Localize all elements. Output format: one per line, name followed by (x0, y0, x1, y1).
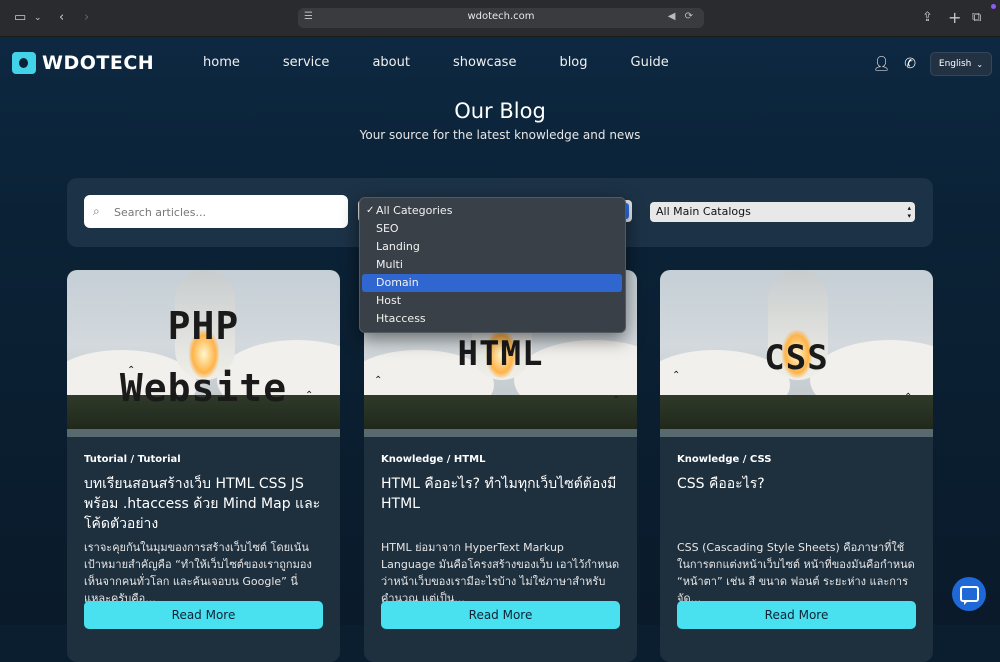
nav-link-showcase[interactable]: showcase (453, 55, 516, 70)
blog-card: ⌃ ⌃ PHP Website Tutorial / Tutorial บทเร… (67, 270, 340, 662)
option-label: Host (376, 294, 402, 307)
chat-icon (959, 586, 979, 605)
card-image: ⌃ ⌃ CSS (660, 270, 933, 437)
new-tab-icon[interactable]: + (948, 9, 961, 27)
option-label: Landing (376, 240, 420, 253)
nav-link-home[interactable]: home (203, 55, 240, 70)
logo-text: WDOTECH (42, 52, 155, 74)
card-title[interactable]: บทเรียนสอนสร้างเว็บ HTML CSS JS พร้อม .h… (84, 474, 324, 534)
blog-card: ⌃ ⌃ CSS Knowledge / CSS CSS คืออะไร? CSS… (660, 270, 933, 662)
card-image-text: PHP (167, 304, 240, 348)
page-subtitle: Your source for the latest knowledge and… (359, 128, 641, 142)
nav-link-service[interactable]: service (283, 55, 330, 70)
card-category: Knowledge / CSS (677, 454, 772, 465)
card-description: CSS (Cascading Style Sheets) คือภาษาที่ใ… (677, 541, 915, 605)
card-description: HTML ย่อมาจาก HyperText Markup Language … (381, 541, 620, 605)
reload-icon[interactable]: ◀ ⟳ (668, 11, 696, 22)
dropdown-option-host[interactable]: Host (362, 292, 622, 310)
nav-actions: 👤︎ ✆ English ⌄ (872, 52, 992, 76)
logo[interactable]: WDOTECH (12, 52, 154, 74)
search-input[interactable] (112, 202, 342, 222)
category-label[interactable]: Knowledge (677, 454, 739, 465)
card-image-text: HTML (457, 334, 544, 374)
subcategory-label[interactable]: HTML (454, 454, 486, 465)
option-label: Domain (376, 276, 419, 289)
language-select[interactable]: English ⌄ (930, 52, 992, 76)
subcategory-label[interactable]: Tutorial (138, 454, 181, 465)
language-label: English (938, 59, 972, 69)
option-label: Multi (376, 258, 403, 271)
phone-icon[interactable]: ✆ (904, 56, 916, 72)
nav-link-about[interactable]: about (372, 55, 410, 70)
share-icon[interactable]: ⇪ (922, 9, 933, 27)
forward-icon[interactable]: › (84, 9, 89, 27)
subcategory-label[interactable]: CSS (750, 454, 771, 465)
chat-button[interactable] (952, 577, 986, 611)
option-label: All Categories (376, 204, 453, 217)
card-title[interactable]: HTML คืออะไร? ทำไมทุกเว็บไซต์ต้องมี HTML (381, 474, 621, 514)
card-category: Tutorial / Tutorial (84, 454, 181, 465)
option-label: SEO (376, 222, 399, 235)
page-title: Our Blog (454, 99, 546, 123)
main-nav: home service about showcase blog Guide (203, 55, 669, 70)
category-dropdown-menu: ✓ All Categories SEO Landing Multi Domai… (359, 197, 626, 333)
logo-mark-icon (12, 52, 36, 74)
notification-dot (991, 4, 996, 9)
dropdown-option-htaccess[interactable]: Htaccess (362, 310, 622, 328)
card-image: ⌃ ⌃ PHP Website (67, 270, 340, 437)
card-title[interactable]: CSS คืออะไร? (677, 474, 917, 494)
dropdown-option-domain[interactable]: Domain (362, 274, 622, 292)
card-image-text: Website (119, 366, 288, 410)
main-catalog-value: All Main Catalogs (656, 205, 751, 218)
dropdown-option-landing[interactable]: Landing (362, 238, 622, 256)
tabs-overview-icon[interactable]: ⧉ (972, 9, 981, 27)
nav-link-blog[interactable]: blog (559, 55, 587, 70)
dropdown-option-seo[interactable]: SEO (362, 220, 622, 238)
dropdown-option-all-categories[interactable]: ✓ All Categories (362, 202, 622, 220)
category-label[interactable]: Knowledge (381, 454, 443, 465)
chevron-down-icon[interactable]: ⌄ (34, 9, 42, 27)
search-box[interactable]: ⌕ (84, 195, 348, 228)
option-label: Htaccess (376, 312, 426, 325)
nav-link-guide[interactable]: Guide (631, 55, 669, 70)
sidebar-toggle-icon[interactable]: ▭ (14, 9, 26, 27)
dropdown-option-multi[interactable]: Multi (362, 256, 622, 274)
main-catalog-select[interactable]: All Main Catalogs ▴ ▾ (650, 202, 915, 222)
card-image-text: CSS (764, 338, 829, 378)
chevron-down-icon: ⌄ (976, 59, 984, 69)
select-arrows-icon: ▴▾ (907, 204, 911, 220)
search-icon: ⌕ (93, 204, 100, 218)
url-text: wdotech.com (467, 11, 535, 22)
card-description: เราจะคุยกันในมุมของการสร้างเว็บไซต์ โดยเ… (84, 541, 312, 605)
checkmark-icon: ✓ (366, 205, 375, 216)
user-icon[interactable]: 👤︎ (872, 56, 890, 72)
card-category: Knowledge / HTML (381, 454, 486, 465)
back-icon[interactable]: ‹ (59, 9, 64, 27)
category-label[interactable]: Tutorial (84, 454, 127, 465)
browser-toolbar: ▭ ⌄ ‹ › ☰ wdotech.com ◀ ⟳ ⇪ + ⧉ (0, 0, 1000, 37)
address-bar[interactable]: ☰ wdotech.com ◀ ⟳ (298, 8, 704, 28)
